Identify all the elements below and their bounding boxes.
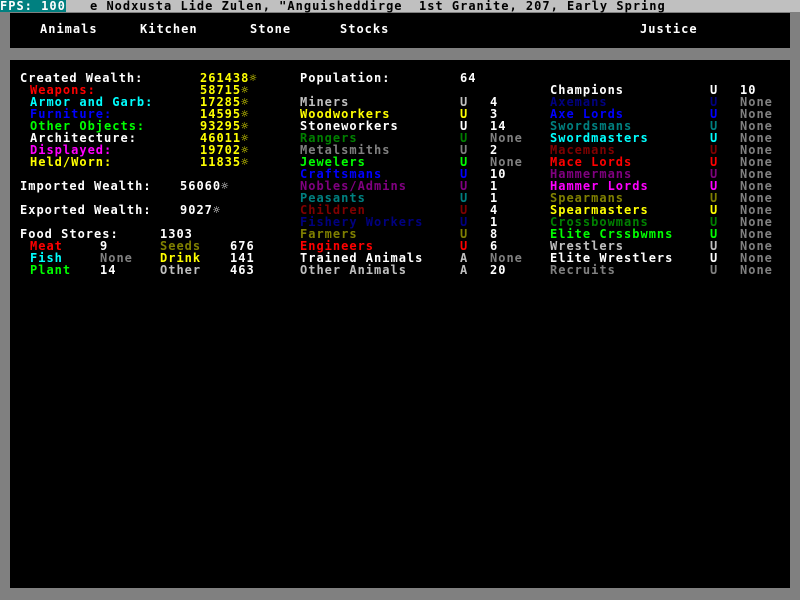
population-row-count: 20 bbox=[490, 263, 507, 277]
exported-wealth-value: 9027☼ bbox=[180, 203, 222, 217]
food-other-label: Other bbox=[160, 263, 202, 277]
military-row-type: U bbox=[710, 263, 719, 277]
tab-stone[interactable]: Stone bbox=[250, 23, 291, 35]
population-value: 64 bbox=[460, 71, 477, 85]
status-panel: Created Wealth: 261438☼ Weapons: 58715☼ Ar… bbox=[10, 60, 790, 588]
title-bar: FPS: 100 e Nodxusta Lide Zulen, "Anguish… bbox=[0, 0, 800, 12]
imported-wealth-label: Imported Wealth: bbox=[20, 179, 152, 193]
military-row-name: Recruits bbox=[550, 263, 616, 277]
tab-stocks[interactable]: Stocks bbox=[340, 23, 389, 35]
tab-justice[interactable]: Justice bbox=[640, 23, 698, 35]
wealth-item-value: 11835☼ bbox=[200, 155, 250, 169]
population-label: Population: bbox=[300, 71, 391, 85]
population-row-name: Other Animals bbox=[300, 263, 407, 277]
tab-animals[interactable]: Animals bbox=[40, 23, 98, 35]
military-row-count: None bbox=[740, 263, 773, 277]
food-plant-label: Plant bbox=[30, 263, 72, 277]
fps-counter: FPS: 100 bbox=[0, 0, 66, 13]
food-other-value: 463 bbox=[230, 263, 255, 277]
fortress-title: e Nodxusta Lide Zulen, "Anguisheddirge 1… bbox=[90, 0, 666, 13]
food-plant-value: 14 bbox=[100, 263, 117, 277]
wealth-item-label: Held/Worn: bbox=[30, 155, 113, 169]
population-row-type: A bbox=[460, 263, 469, 277]
tab-bar: Animals Kitchen Stone Stocks Justice bbox=[10, 13, 790, 48]
imported-wealth-value: 56060☼ bbox=[180, 179, 230, 193]
exported-wealth-label: Exported Wealth: bbox=[20, 203, 152, 217]
tab-kitchen[interactable]: Kitchen bbox=[140, 23, 198, 35]
